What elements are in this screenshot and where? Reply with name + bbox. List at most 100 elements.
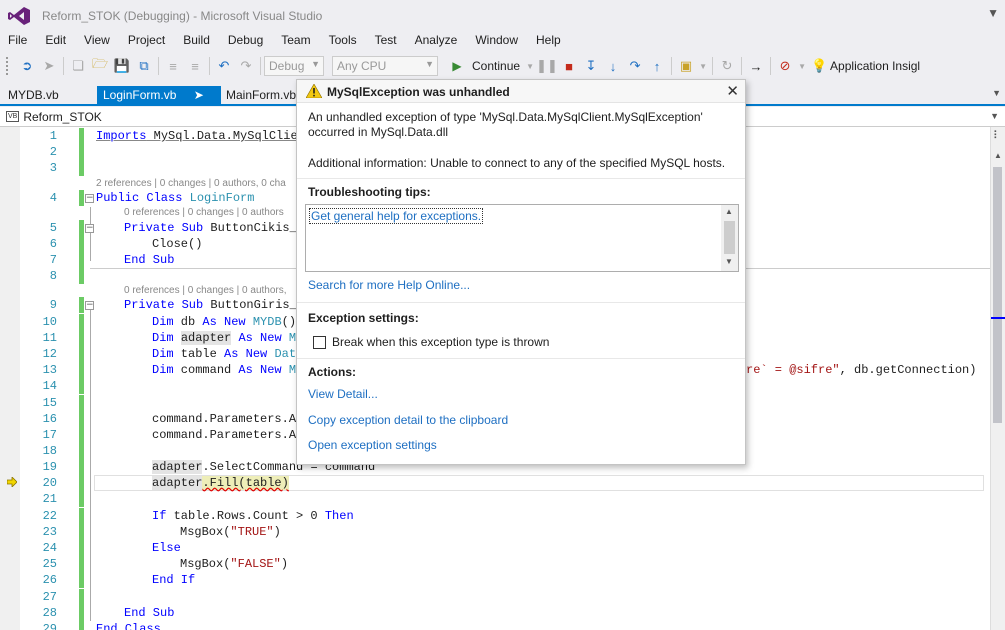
chevron-down-icon[interactable]: ▼ [697, 55, 709, 77]
hex-display-icon[interactable]: ▣ [675, 55, 697, 77]
menu-debug[interactable]: Debug [219, 32, 272, 52]
refresh-icon[interactable]: ↻ [716, 55, 738, 77]
continue-button[interactable]: Continue [468, 59, 524, 73]
redo-icon[interactable]: ↷ [235, 55, 257, 77]
code-text: Private Sub ButtonCikis_C [124, 220, 304, 236]
search-help-online-link[interactable]: Search for more Help Online... [308, 278, 470, 292]
chevron-down-icon[interactable]: ▼ [796, 55, 808, 77]
codelens-class[interactable]: 2 references | 0 changes | 0 authors, 0 … [96, 177, 286, 191]
toolbar-separator [209, 57, 210, 75]
close-icon[interactable]: ✕ [726, 82, 739, 100]
save-all-icon[interactable]: ⧉ [133, 55, 155, 77]
forward-icon[interactable]: ➤ [38, 55, 60, 77]
step-over-icon[interactable]: ↷ [624, 55, 646, 77]
comment-icon[interactable]: ≡ [162, 55, 184, 77]
stop-icon[interactable]: ■ [558, 55, 580, 77]
warning-icon [306, 84, 322, 98]
code-token: adapter [180, 331, 232, 345]
tab-mydb[interactable]: MYDB.vb [2, 86, 65, 104]
lightbulb-icon[interactable]: 💡 [808, 55, 830, 77]
menu-tools[interactable]: Tools [320, 32, 366, 52]
menu-build[interactable]: Build [174, 32, 219, 52]
menu-project[interactable]: Project [119, 32, 174, 52]
line-number: 16 [42, 412, 57, 426]
collapse-icon[interactable]: − [85, 194, 94, 203]
open-folder-icon[interactable]: 🗁 [89, 55, 111, 77]
application-insights-button[interactable]: Application Insigl [830, 59, 924, 73]
section-divider [297, 302, 745, 303]
troubleshooting-tips-list[interactable]: Get general help for exceptions. ▲ ▼ [305, 204, 739, 272]
new-project-icon[interactable]: ❏ [67, 55, 89, 77]
actions-heading: Actions: [308, 365, 356, 379]
menu-analyze[interactable]: Analyze [406, 32, 467, 52]
exception-title: MySqlException was unhandled [327, 85, 510, 99]
code-line: 22 If table.Rows.Count > 0 Then [0, 508, 990, 524]
copy-exception-detail-link[interactable]: Copy exception detail to the clipboard [308, 413, 508, 427]
split-window-icon[interactable]: ⠇ [993, 129, 1001, 142]
open-exception-settings-link[interactable]: Open exception settings [308, 438, 437, 452]
line-number: 25 [42, 557, 57, 571]
menu-edit[interactable]: Edit [36, 32, 75, 52]
error-token: .Fill(table) [202, 476, 289, 490]
chevron-down-icon[interactable]: ▼ [524, 55, 536, 77]
menu-test[interactable]: Test [366, 32, 406, 52]
scroll-down-icon[interactable]: ▼ [725, 257, 733, 266]
uncomment-icon[interactable]: ≡ [184, 55, 206, 77]
pause-icon[interactable]: ❚❚ [536, 55, 558, 77]
tips-scrollbar[interactable]: ▲ ▼ [721, 205, 738, 271]
navigate-arrow-icon[interactable]: → [745, 55, 767, 77]
menu-file[interactable]: File [0, 32, 36, 52]
general-help-link[interactable]: Get general help for exceptions. [309, 208, 484, 224]
toolbar-grip[interactable] [6, 57, 12, 75]
scroll-up-icon[interactable]: ▲ [994, 151, 1002, 160]
line-number: 1 [49, 129, 57, 143]
continue-play-icon[interactable]: ▶ [446, 55, 468, 77]
keyword: Dim [152, 331, 174, 345]
line-number: 8 [49, 269, 57, 283]
codelens-giris[interactable]: 0 references | 0 changes | 0 authors, [124, 284, 287, 298]
keyword: If [152, 509, 167, 523]
solution-config-select[interactable]: Debug ▼ [264, 56, 324, 76]
tab-label: MYDB.vb [8, 88, 59, 102]
code-token: db [173, 315, 203, 329]
line-number: 21 [42, 492, 57, 506]
scroll-up-icon[interactable]: ▲ [725, 207, 733, 216]
chevron-down-icon[interactable]: ▼ [990, 111, 999, 121]
change-marker [79, 362, 84, 378]
menu-help[interactable]: Help [527, 32, 570, 52]
change-marker [79, 252, 84, 268]
undo-icon[interactable]: ↶ [213, 55, 235, 77]
back-icon[interactable]: ➲ [16, 55, 38, 77]
break-when-thrown-checkbox[interactable] [313, 336, 326, 349]
code-text: command.Parameters.Ac [152, 428, 304, 442]
menu-view[interactable]: View [75, 32, 119, 52]
scrollbar-thumb[interactable] [993, 167, 1002, 423]
collapse-icon[interactable]: − [85, 301, 94, 310]
line-number: 12 [42, 347, 57, 361]
menu-team[interactable]: Team [272, 32, 319, 52]
notifications-icon[interactable]: ▼ [987, 6, 999, 20]
tab-overflow-icon[interactable]: ▼ [992, 88, 1001, 98]
toolbar-separator [260, 57, 261, 75]
break-when-thrown-label[interactable]: Break when this exception type is thrown [332, 335, 549, 349]
scrollbar-thumb[interactable] [724, 221, 735, 254]
change-marker [79, 411, 84, 427]
line-number: 7 [49, 253, 57, 267]
collapse-icon[interactable]: − [85, 224, 94, 233]
code-text: End Class [96, 622, 161, 630]
step-into-icon[interactable]: ↓ [602, 55, 624, 77]
editor-scrollbar[interactable]: ⠇ ▲ [990, 127, 1005, 630]
breakpoints-icon[interactable]: ⊘ [774, 55, 796, 77]
menu-window[interactable]: Window [466, 32, 527, 52]
show-next-statement-icon[interactable]: ↧ [580, 55, 602, 77]
view-detail-link[interactable]: View Detail... [308, 387, 378, 401]
project-dropdown[interactable]: VB Reform_STOK [6, 108, 102, 125]
tab-loginform[interactable]: LoginForm.vb ➤ ✕ [97, 86, 221, 120]
codelens-cikis[interactable]: 0 references | 0 changes | 0 authors [124, 206, 284, 220]
tab-mainform[interactable]: MainForm.vb [220, 86, 302, 104]
change-marker [79, 346, 84, 362]
pin-icon[interactable]: ➤ [194, 88, 204, 102]
save-icon[interactable]: 💾 [111, 55, 133, 77]
step-out-icon[interactable]: ↑ [646, 55, 668, 77]
platform-select[interactable]: Any CPU ▼ [332, 56, 438, 76]
